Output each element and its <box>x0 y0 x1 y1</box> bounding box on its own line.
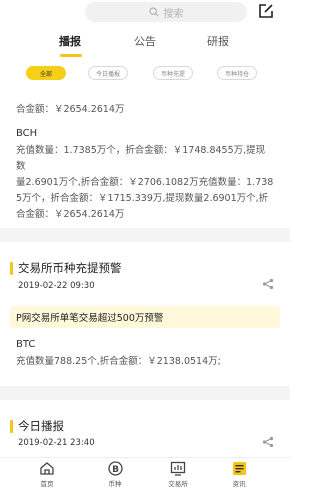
chart-monitor-icon <box>170 461 186 476</box>
accent-bar <box>10 419 13 433</box>
coin-name: BTC <box>16 339 36 350</box>
filter-all[interactable]: 全部 <box>26 66 66 80</box>
prev-item-total: 合金额：￥2654.2614万 <box>16 104 125 115</box>
share-icon[interactable] <box>262 278 274 290</box>
filter-chips: 全部 今日播报 币种充提 币种持仓 <box>0 66 290 84</box>
tab-announcement[interactable]: 公告 <box>134 33 156 49</box>
section-title: 交易所币种充提预警 <box>18 261 122 275</box>
timestamp: 2019-02-21 23:40 <box>18 438 95 448</box>
alert-banner: P网交易所单笔交易超过500万预警 <box>10 306 280 328</box>
svg-text:B: B <box>112 465 119 475</box>
bottom-nav: 首页 B 币种 交易所 资讯 <box>0 457 290 491</box>
nav-label: 首页 <box>40 480 54 488</box>
bch-item: BCH 充值数量：1.7385万个，折合金额：￥1748.8455万,提现数 量… <box>0 128 290 223</box>
nav-home[interactable]: 首页 <box>22 461 72 488</box>
coin-name: BCH <box>16 128 38 139</box>
tab-research[interactable]: 研报 <box>207 33 229 49</box>
tab-bar: 播报 公告 研报 <box>0 33 290 57</box>
section-title: 今日播报 <box>18 419 64 433</box>
nav-news[interactable]: 资讯 <box>214 461 264 488</box>
filter-holdings[interactable]: 币种持仓 <box>217 66 257 80</box>
tab-broadcast[interactable]: 播报 <box>59 33 81 49</box>
detail-line: 5万个，折合金额：￥1715.339万,提现数量2.6901万个,折 <box>16 193 269 204</box>
nav-label: 币种 <box>108 480 122 488</box>
home-icon <box>40 462 54 475</box>
news-feed[interactable]: 合金额：￥2654.2614万 BCH 充值数量：1.7385万个，折合金额：￥… <box>0 92 290 457</box>
search-input[interactable]: 搜索 <box>85 2 247 22</box>
top-header: 搜索 播报 公告 研报 全部 今日播报 币种充提 币种持仓 <box>0 0 290 80</box>
nav-label: 交易所 <box>168 480 188 488</box>
nav-coins[interactable]: B 币种 <box>90 461 140 488</box>
detail-line: 充值数量：1.7385万个，折合金额：￥1748.8455万,提现数 <box>16 145 266 172</box>
timestamp: 2019-02-22 09:30 <box>18 281 95 291</box>
news-icon <box>232 462 246 475</box>
filter-deposit[interactable]: 币种充提 <box>153 66 193 80</box>
filter-today[interactable]: 今日播报 <box>88 66 128 80</box>
section-header[interactable]: 交易所币种充提预警 <box>10 260 122 276</box>
detail-line: 充值数量788.25个,折合金额：￥2138.0514万; <box>16 356 221 367</box>
search-icon <box>148 7 159 17</box>
section-header[interactable]: 今日播报 <box>10 418 64 434</box>
nav-label: 资讯 <box>232 480 246 488</box>
divider <box>0 386 290 400</box>
active-tab-indicator <box>60 54 82 57</box>
share-icon[interactable] <box>262 436 274 448</box>
search-placeholder: 搜索 <box>163 8 184 20</box>
detail-line: 量2.6901万个,折合金额：￥2706.1082万充值数量：1.738 <box>16 177 274 188</box>
divider <box>0 228 290 242</box>
bitcoin-icon: B <box>107 461 123 476</box>
detail-line: 合金额：￥2654.2614万 <box>16 209 125 220</box>
accent-bar <box>10 261 13 275</box>
nav-exchange[interactable]: 交易所 <box>153 461 203 488</box>
edit-icon[interactable] <box>257 2 275 20</box>
